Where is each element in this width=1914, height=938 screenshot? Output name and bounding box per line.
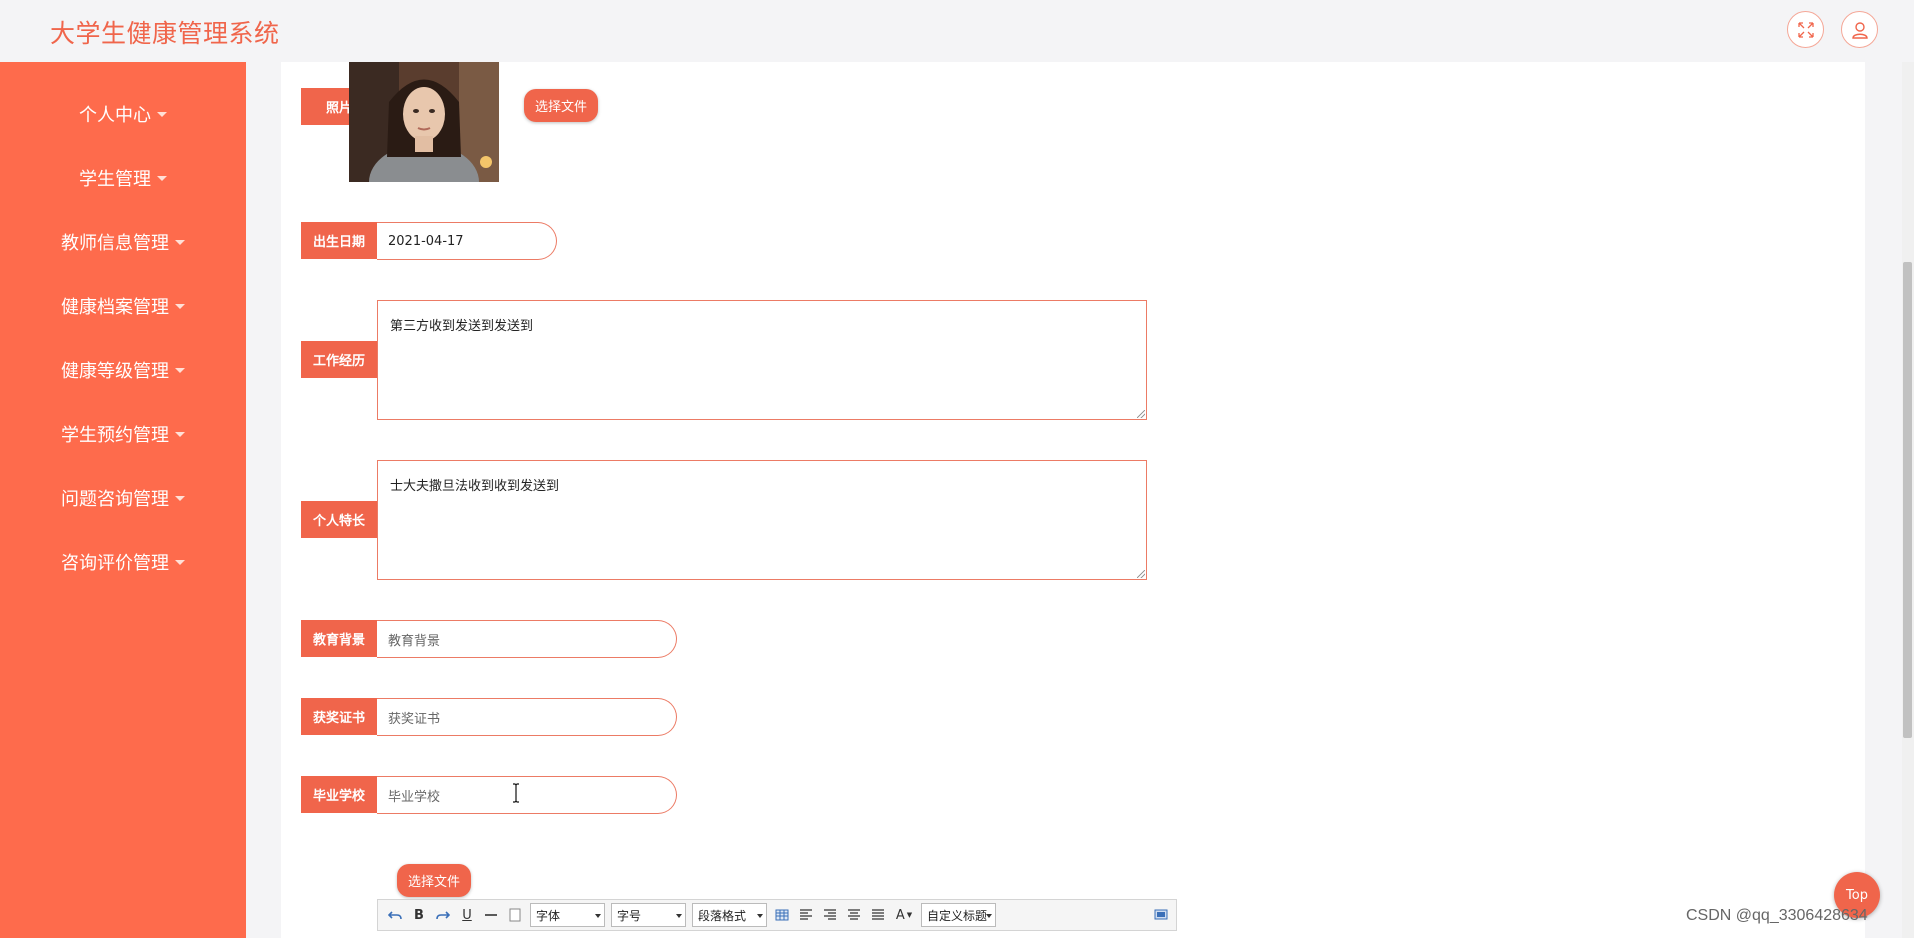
underline-button[interactable]: U bbox=[458, 906, 476, 924]
sidebar-item-health-records[interactable]: 健康档案管理 bbox=[0, 286, 246, 326]
align-center-button[interactable] bbox=[845, 906, 863, 924]
chevron-down-icon bbox=[175, 367, 185, 373]
work-experience-label: 工作经历 bbox=[301, 341, 377, 378]
work-experience-text: 第三方收到发送到发送到 bbox=[390, 319, 534, 334]
education-label: 教育背景 bbox=[301, 620, 377, 657]
profile-photo bbox=[349, 62, 499, 182]
birthdate-field[interactable]: 2021-04-17 bbox=[377, 222, 557, 260]
sidebar-item-label: 学生管理 bbox=[79, 169, 151, 190]
paste-icon bbox=[509, 908, 521, 922]
user-icon bbox=[1851, 21, 1868, 39]
school-field[interactable]: 毕业学校 bbox=[377, 776, 677, 814]
chevron-down-icon bbox=[175, 239, 185, 245]
work-experience-textarea[interactable]: 第三方收到发送到发送到 bbox=[377, 300, 1147, 420]
chevron-down-icon bbox=[157, 175, 167, 181]
chevron-down-icon: ▼ bbox=[906, 911, 913, 919]
redo-icon bbox=[436, 911, 450, 920]
bold-button[interactable]: B bbox=[410, 906, 428, 924]
sidebar-item-health-levels[interactable]: 健康等级管理 bbox=[0, 350, 246, 390]
paste-button[interactable] bbox=[506, 906, 524, 924]
font-color-label: A bbox=[895, 907, 905, 923]
chevron-down-icon bbox=[157, 111, 167, 117]
specialty-label: 个人特长 bbox=[301, 501, 377, 538]
birthdate-label: 出生日期 bbox=[301, 222, 377, 259]
sidebar-item-students[interactable]: 学生管理 bbox=[0, 158, 246, 198]
resize-handle-icon[interactable] bbox=[1137, 410, 1145, 418]
sidebar-item-label: 健康档案管理 bbox=[61, 297, 169, 318]
awards-field[interactable]: 获奖证书 bbox=[377, 698, 677, 736]
sidebar-item-consultations[interactable]: 问题咨询管理 bbox=[0, 478, 246, 518]
align-right-icon bbox=[824, 909, 836, 920]
editor-choose-file-button[interactable]: 选择文件 bbox=[397, 864, 472, 897]
align-justify-button[interactable] bbox=[869, 906, 887, 924]
horizontal-rule-button[interactable] bbox=[482, 906, 500, 924]
user-menu-button[interactable] bbox=[1841, 11, 1878, 48]
sidebar-item-label: 问题咨询管理 bbox=[61, 489, 169, 510]
sidebar-item-appointments[interactable]: 学生预约管理 bbox=[0, 414, 246, 454]
fullscreen-button[interactable] bbox=[1787, 11, 1824, 48]
sidebar-item-label: 健康等级管理 bbox=[61, 361, 169, 382]
monitor-icon bbox=[1154, 909, 1168, 920]
top-header: 大学生健康管理系统 bbox=[0, 0, 1914, 62]
font-color-button[interactable]: A ▼ bbox=[893, 906, 915, 924]
paragraph-format-select[interactable]: 段落格式 bbox=[692, 903, 767, 927]
font-size-select[interactable]: 字号 bbox=[611, 903, 686, 927]
awards-label: 获奖证书 bbox=[301, 698, 377, 735]
redo-button[interactable] bbox=[434, 906, 452, 924]
education-field[interactable]: 教育背景 bbox=[377, 620, 677, 658]
fullscreen-editor-button[interactable] bbox=[1152, 906, 1170, 924]
sidebar-item-label: 个人中心 bbox=[79, 105, 151, 126]
sidebar-item-label: 教师信息管理 bbox=[61, 233, 169, 254]
specialty-text: 士大夫撒旦法收到收到发送到 bbox=[390, 479, 560, 494]
app-title: 大学生健康管理系统 bbox=[50, 19, 280, 48]
chevron-down-icon bbox=[175, 431, 185, 437]
editor-toolbar: B U 字体 字号 段落格式 A ▼ 自定义标题 bbox=[377, 899, 1177, 931]
sidebar-item-label: 学生预约管理 bbox=[61, 425, 169, 446]
expand-icon bbox=[1797, 21, 1814, 38]
undo-button[interactable] bbox=[386, 906, 404, 924]
chevron-down-icon bbox=[175, 559, 185, 565]
text-cursor-icon bbox=[513, 783, 519, 803]
resize-handle-icon[interactable] bbox=[1137, 570, 1145, 578]
school-label: 毕业学校 bbox=[301, 776, 377, 813]
horizontal-rule-icon bbox=[485, 914, 497, 916]
insert-table-button[interactable] bbox=[773, 906, 791, 924]
align-left-button[interactable] bbox=[797, 906, 815, 924]
chevron-down-icon bbox=[175, 495, 185, 501]
font-family-select[interactable]: 字体 bbox=[530, 903, 605, 927]
sidebar-item-personal-center[interactable]: 个人中心 bbox=[0, 94, 246, 134]
align-right-button[interactable] bbox=[821, 906, 839, 924]
align-center-icon bbox=[848, 909, 860, 920]
watermark: CSDN @qq_3306428634 bbox=[1686, 907, 1868, 924]
sidebar-item-label: 咨询评价管理 bbox=[61, 553, 169, 574]
chevron-down-icon bbox=[175, 303, 185, 309]
specialty-textarea[interactable]: 士大夫撒旦法收到收到发送到 bbox=[377, 460, 1147, 580]
align-left-icon bbox=[800, 909, 812, 920]
custom-title-select[interactable]: 自定义标题 bbox=[921, 903, 996, 927]
sidebar-item-reviews[interactable]: 咨询评价管理 bbox=[0, 542, 246, 582]
undo-icon bbox=[388, 911, 402, 920]
align-justify-icon bbox=[872, 909, 884, 920]
photo-choose-file-button[interactable]: 选择文件 bbox=[524, 89, 599, 122]
page-scrollbar-thumb[interactable] bbox=[1903, 262, 1912, 738]
table-icon bbox=[775, 909, 789, 921]
sidebar-item-teachers[interactable]: 教师信息管理 bbox=[0, 222, 246, 262]
